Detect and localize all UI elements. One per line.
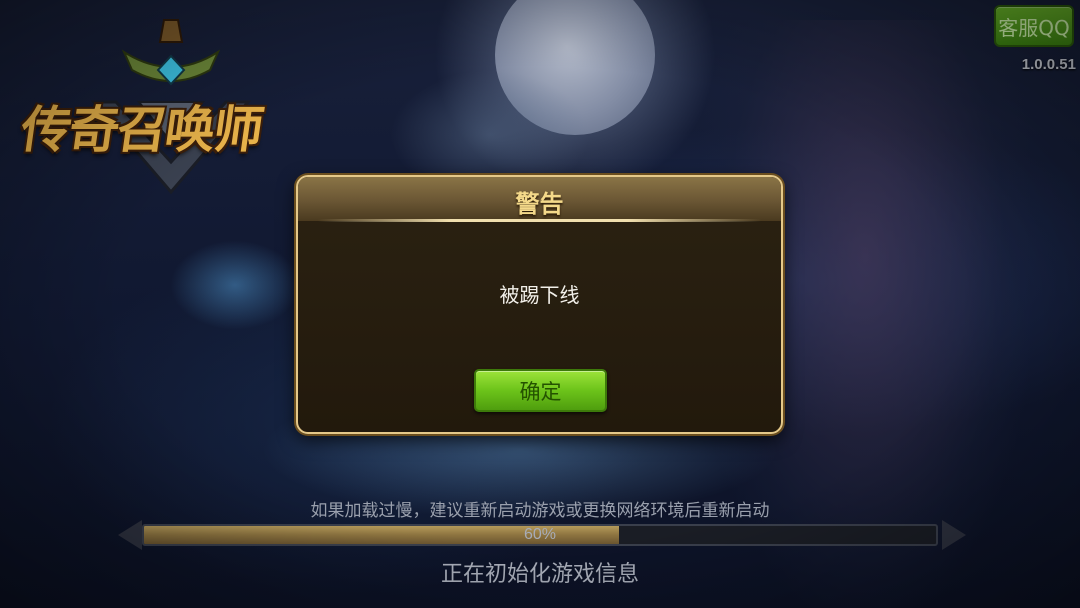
ice-effect-art [170, 240, 300, 330]
warning-dialog: 警告 被踢下线 确定 [296, 175, 783, 434]
game-logo: 传奇召唤师 [14, 12, 334, 202]
game-screen: 传奇召唤师 客服QQ 1.0.0.51 警告 被踢下线 确定 如果加载过慢，建议… [0, 0, 1080, 608]
progress-left-cap-icon [118, 520, 142, 550]
progress-percent: 60% [523, 526, 557, 543]
confirm-button[interactable]: 确定 [474, 369, 607, 412]
moon-background [495, 0, 655, 135]
customer-service-qq-button[interactable]: 客服QQ [994, 5, 1074, 47]
loading-status: 正在初始化游戏信息 [440, 562, 639, 587]
dialog-message: 被踢下线 [499, 283, 580, 307]
dialog-title: 警告 [515, 190, 564, 218]
game-title-logo: 传奇召唤师 [17, 100, 266, 159]
dialog-divider [318, 219, 761, 222]
loading-progress-bar: 60% [118, 520, 966, 550]
progress-right-cap-icon [942, 520, 966, 550]
version-label: 1.0.0.51 [1021, 56, 1076, 73]
loading-tip: 如果加载过慢，建议重新启动游戏或更换网络环境后重新启动 [310, 501, 770, 521]
